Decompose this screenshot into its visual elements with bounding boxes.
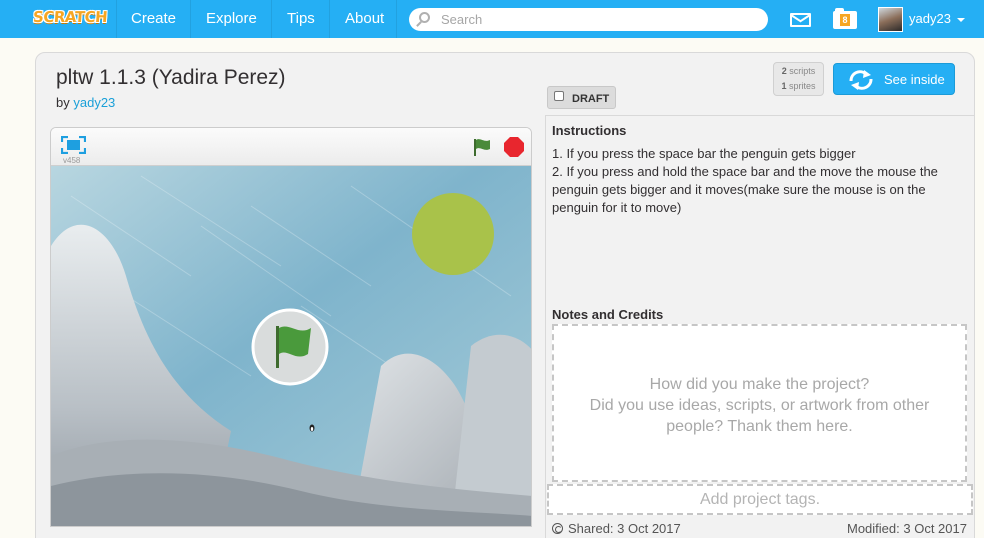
shared-date: Shared: 3 Oct 2017 (552, 521, 681, 536)
fullscreen-icon[interactable] (61, 136, 86, 154)
green-flag-icon[interactable] (471, 136, 493, 158)
my-stuff-icon[interactable]: 8 (833, 8, 857, 29)
nav-tips[interactable]: Tips (287, 0, 315, 38)
instructions-line: 2. If you press and hold the space bar a… (552, 164, 938, 215)
draft-checkbox[interactable] (554, 91, 564, 101)
search-box (409, 8, 768, 31)
see-inside-button[interactable]: See inside (833, 63, 955, 95)
account-username[interactable]: yady23 (909, 0, 951, 38)
top-nav-bar: SCRATCH Create Explore Tips About 8 yady… (0, 0, 984, 38)
search-input[interactable] (441, 11, 751, 28)
draft-toggle[interactable]: DRAFT (547, 86, 616, 109)
project-tags-field[interactable]: Add project tags. (547, 484, 973, 515)
my-stuff-badge: 8 (840, 14, 850, 26)
header-divider (545, 115, 975, 116)
nav-divider (329, 0, 330, 38)
nav-explore[interactable]: Explore (206, 0, 257, 38)
instructions-text[interactable]: 1. If you press the space bar the pengui… (552, 145, 957, 217)
scratch-logo[interactable]: SCRATCH (32, 8, 107, 26)
see-inside-label: See inside (884, 72, 945, 87)
version-label: v458 (63, 156, 81, 165)
green-flag-overlay-button[interactable] (251, 308, 329, 386)
messages-icon[interactable] (790, 13, 811, 27)
nav-divider (396, 0, 397, 38)
scripts-count: 2 scripts (781, 66, 816, 76)
modified-date: Modified: 3 Oct 2017 (847, 521, 967, 536)
project-byline: by yady23 (56, 95, 115, 110)
project-stage[interactable] (51, 166, 532, 527)
nav-create[interactable]: Create (131, 0, 176, 38)
player-controls: v458 (51, 128, 531, 166)
penguin-sprite[interactable] (309, 424, 315, 432)
project-title[interactable]: pltw 1.1.3 (Yadira Perez) (56, 66, 286, 90)
stop-icon[interactable] (503, 136, 525, 158)
notes-placeholder: How did you make the project? Did you us… (589, 376, 930, 435)
stage-sun (412, 193, 494, 275)
nav-divider (116, 0, 117, 38)
nav-about[interactable]: About (345, 0, 384, 38)
draft-label: DRAFT (572, 93, 610, 105)
instructions-heading: Instructions (552, 123, 627, 138)
by-prefix: by (56, 95, 70, 110)
instructions-line: 1. If you press the space bar the pengui… (552, 146, 856, 161)
notes-credits-field[interactable]: How did you make the project? Did you us… (552, 324, 967, 482)
chevron-down-icon[interactable] (957, 18, 965, 22)
project-player: v458 (50, 127, 532, 527)
creative-commons-icon (552, 523, 563, 534)
author-link[interactable]: yady23 (73, 95, 115, 110)
project-stats: 2 scripts 1 sprites (773, 62, 824, 96)
nav-divider (190, 0, 191, 38)
avatar[interactable] (878, 7, 903, 32)
sprites-count: 1 sprites (781, 81, 816, 91)
search-icon[interactable] (419, 12, 430, 23)
nav-divider (271, 0, 272, 38)
notes-heading: Notes and Credits (552, 307, 664, 322)
see-inside-icon (849, 70, 873, 90)
column-divider (545, 115, 546, 538)
